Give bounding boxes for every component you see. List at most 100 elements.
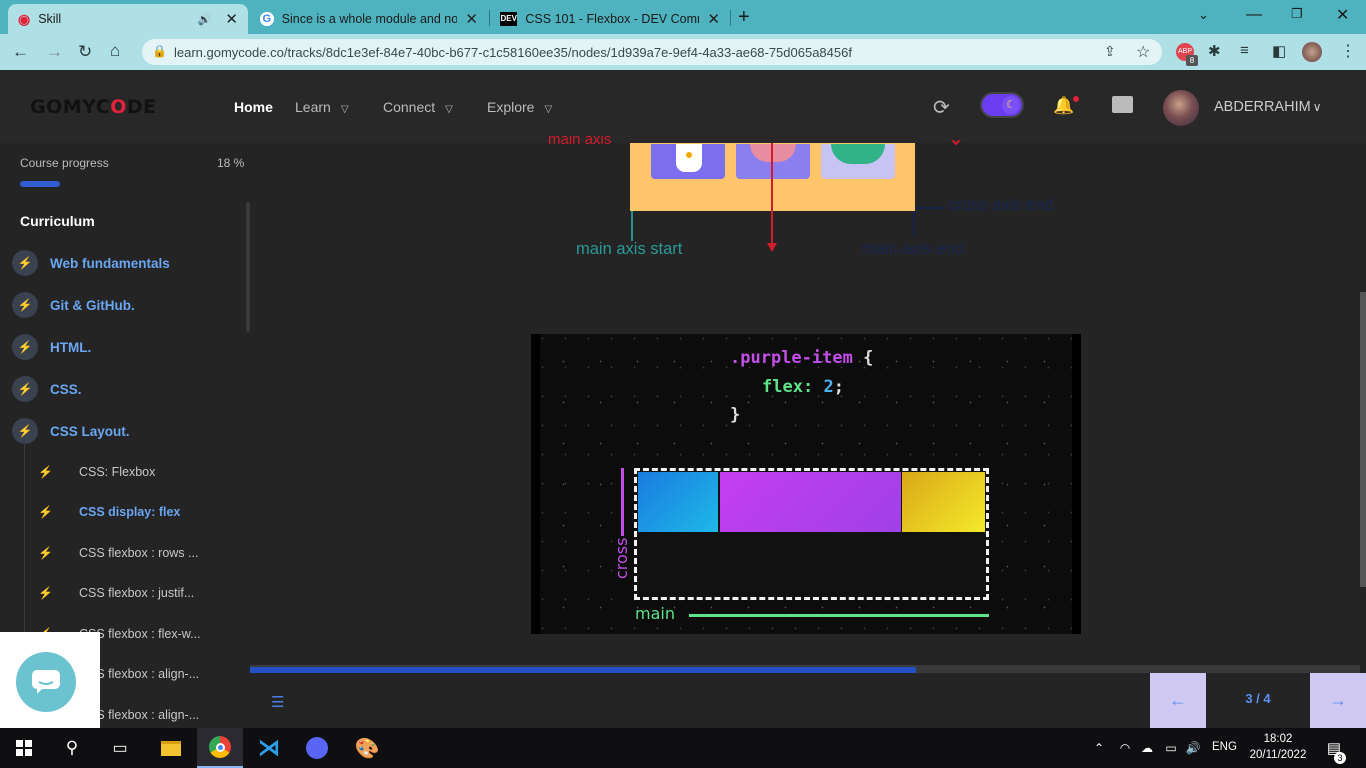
media-queue-icon[interactable]: ≡ (1240, 42, 1249, 59)
module-css[interactable]: ⚡ CSS. (12, 376, 82, 402)
browser-tab-dev[interactable]: DEV CSS 101 - Flexbox - DEV Commu ✕ (490, 4, 730, 34)
chat-launcher-button[interactable] (16, 652, 76, 712)
nav-explore[interactable]: Explore ▽ (487, 99, 552, 115)
speaker-icon[interactable]: 🔊 (198, 13, 212, 26)
gomycode-favicon-icon: ◉ (18, 10, 31, 27)
close-tab-icon[interactable]: ✕ (225, 10, 238, 28)
clock-date: 20/11/2022 (1249, 749, 1307, 761)
previous-page-button[interactable]: ← (1150, 673, 1206, 728)
user-avatar[interactable] (1163, 90, 1199, 126)
more-menu-icon[interactable]: ⋮ (1340, 41, 1356, 61)
nav-connect-label: Connect (383, 99, 436, 115)
lesson-item[interactable]: ⚡ CSS flexbox : rows ... (38, 546, 198, 560)
system-clock[interactable]: 18:02 20/11/2022 (1246, 731, 1310, 763)
restore-icon[interactable]: ❐ (1291, 6, 1303, 22)
flex-item-card (736, 144, 810, 179)
module-label: Git & GitHub. (50, 297, 135, 313)
bookmark-star-icon[interactable]: ☆ (1136, 42, 1150, 62)
battery-icon[interactable]: ▭ (1162, 728, 1180, 768)
flex-grow-example-image: .purple-item { flex: 2; } cross main (531, 334, 1081, 634)
forward-icon[interactable]: → (46, 42, 63, 62)
module-css-layout[interactable]: ⚡ CSS Layout. (12, 418, 130, 444)
next-page-button[interactable]: → (1310, 673, 1366, 728)
show-hidden-icons-chevron[interactable]: ⌃ (1090, 728, 1108, 768)
profile-avatar[interactable] (1302, 42, 1322, 62)
cross-axis-line (621, 468, 624, 536)
vscode-icon[interactable]: ⋊ (252, 728, 286, 768)
sync-icon[interactable]: ⟳ (933, 95, 950, 120)
browser-tab-skill[interactable]: ◉ Skill 🔊 ✕ (8, 4, 248, 34)
extensions-puzzle-icon[interactable]: ✱ (1208, 42, 1221, 60)
home-icon[interactable]: ⌂ (110, 41, 120, 61)
chat-bubble-icon (32, 670, 60, 694)
tab-title: CSS 101 - Flexbox - DEV Commu (525, 12, 700, 26)
task-view-icon[interactable]: ▭ (104, 728, 136, 768)
messages-icon[interactable] (1112, 96, 1133, 113)
arrow-right-icon: → (1329, 690, 1347, 710)
module-web-fundamentals[interactable]: ⚡ Web fundamentals (12, 250, 170, 276)
windows-start-icon[interactable] (8, 728, 40, 768)
code-selector: .purple-item (730, 348, 853, 368)
language-indicator[interactable]: ENG (1212, 741, 1237, 753)
discord-icon[interactable] (300, 728, 334, 768)
code-semicolon: ; (833, 377, 844, 397)
dark-mode-toggle[interactable]: ☾ (980, 92, 1024, 118)
reload-icon[interactable]: ↻ (78, 42, 92, 62)
address-bar[interactable]: learn.gomycode.co/tracks/8dc1e3ef-84e7-4… (142, 39, 1162, 65)
username-label: ABDERRAHIM (1214, 99, 1311, 115)
paint-icon[interactable]: 🎨 (350, 728, 384, 768)
gomycode-logo[interactable]: GOMYCODE (30, 96, 157, 118)
logo-text-prefix: GOMYC (30, 96, 111, 118)
chrome-taskbar-icon[interactable] (197, 728, 243, 768)
lesson-item[interactable]: ⚡ CSS flexbox : justif... (38, 586, 194, 600)
new-tab-icon[interactable]: + (738, 6, 750, 29)
bolt-icon: ⚡ (12, 334, 38, 360)
module-label: CSS. (50, 381, 82, 397)
flex-item-yellow (902, 472, 985, 532)
bolt-icon: ⚡ (12, 250, 38, 276)
tab-search-chevron-icon[interactable]: ⌄ (1198, 7, 1209, 23)
main-axis-label: main (635, 604, 675, 623)
nav-home[interactable]: Home (234, 99, 273, 115)
nav-connect[interactable]: Connect ▽ (383, 99, 453, 115)
close-tab-icon[interactable]: ✕ (707, 10, 720, 28)
side-panel-icon[interactable]: ◧ (1272, 42, 1286, 60)
cross-axis-label: cross (612, 537, 631, 579)
share-icon[interactable]: ⇪ (1104, 43, 1116, 60)
close-window-icon[interactable]: ✕ (1336, 5, 1349, 25)
main-start-marker (631, 211, 633, 241)
username[interactable]: ABDERRAHIM ∨ (1214, 99, 1321, 115)
search-icon[interactable]: ⚲ (56, 728, 88, 768)
course-progress-label: Course progress (20, 156, 109, 170)
file-explorer-icon[interactable] (154, 728, 188, 768)
lesson-item[interactable]: ⚡ CSS: Flexbox (38, 465, 155, 479)
pig-icon (750, 144, 796, 162)
browser-tab-google[interactable]: G Since is a whole module and not ✕ (250, 4, 488, 34)
diagram-main-axis-label: main axis (548, 134, 612, 146)
clock-time: 18:02 (1263, 733, 1293, 745)
lesson-item-current[interactable]: ⚡ CSS display: flex (38, 505, 180, 519)
module-git-github[interactable]: ⚡ Git & GitHub. (12, 292, 135, 318)
list-toggle-icon[interactable]: ☰ (271, 693, 284, 711)
code-line-2: flex: 2; (730, 377, 873, 397)
discord-logo (306, 737, 328, 759)
main-axis-arrow (771, 143, 773, 251)
nav-learn[interactable]: Learn ▽ (295, 99, 349, 115)
wifi-icon[interactable]: ◠ (1116, 728, 1134, 768)
nav-learn-label: Learn (295, 99, 331, 115)
module-label: CSS Layout. (50, 423, 130, 439)
module-html[interactable]: ⚡ HTML. (12, 334, 91, 360)
back-icon[interactable]: ← (12, 42, 29, 62)
cloud-icon[interactable]: ☁ (1138, 728, 1156, 768)
minimize-icon[interactable]: — (1246, 6, 1262, 24)
close-tab-icon[interactable]: ✕ (465, 10, 478, 28)
lock-icon[interactable]: 🔒 (152, 44, 167, 58)
dev-favicon-icon: DEV (500, 12, 518, 26)
notification-bell-icon[interactable]: 🔔 (1053, 96, 1074, 116)
folder-icon (161, 740, 181, 756)
volume-icon[interactable]: 🔊 (1184, 728, 1202, 768)
lesson-label: CSS display: flex (78, 505, 181, 519)
bolt-icon: ⚡ (12, 376, 38, 402)
lesson-label: CSS: Flexbox (78, 465, 156, 479)
page-scrollbar[interactable] (1360, 292, 1366, 587)
